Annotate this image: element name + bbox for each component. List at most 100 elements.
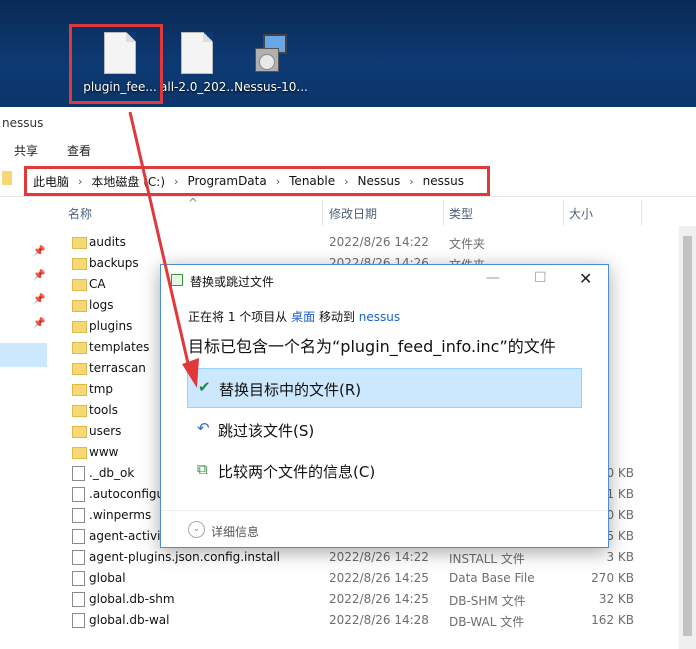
- explorer-title-bar: nessus: [0, 107, 696, 137]
- column-date[interactable]: 修改日期: [329, 205, 377, 222]
- file-name: users: [89, 424, 122, 438]
- file-size: 5 KB: [606, 529, 634, 543]
- scrollbar-thumb[interactable]: [683, 236, 692, 636]
- file-size: 162 KB: [591, 613, 634, 627]
- chevron-down-icon[interactable]: ⌄: [188, 521, 205, 538]
- nav-selected-item[interactable]: [0, 343, 47, 367]
- folder-icon: [72, 384, 87, 396]
- pin-icon: 📌: [33, 318, 46, 329]
- folder-icon: [72, 342, 87, 354]
- chevron-right-icon[interactable]: ›: [174, 175, 178, 188]
- folder-icon: [72, 426, 87, 438]
- chevron-right-icon[interactable]: ›: [344, 175, 348, 188]
- skip-option[interactable]: ↶ 跳过该文件(S): [187, 410, 582, 450]
- annotation-box-desktop-file: [69, 24, 163, 104]
- replace-option-label: 替换目标中的文件(R): [219, 381, 362, 399]
- breadcrumb-programdata[interactable]: ProgramData: [187, 174, 266, 188]
- column-size[interactable]: 大小: [569, 205, 593, 222]
- dialog-title: 替换或跳过文件: [190, 275, 275, 289]
- file-size: 3 KB: [606, 550, 634, 564]
- navigation-pane: 📌 📌 📌 📌: [0, 226, 47, 649]
- skip-option-label: 跳过该文件(S): [218, 422, 315, 440]
- file-icon: [72, 550, 85, 565]
- skip-icon: ↶: [197, 419, 210, 437]
- file-name: tmp: [89, 382, 114, 396]
- source-link[interactable]: 桌面: [291, 310, 315, 324]
- file-row[interactable]: audits 2022/8/26 14:22 文件夹: [66, 232, 696, 253]
- file-name: CA: [89, 277, 106, 291]
- folder-icon: [2, 171, 12, 185]
- folder-icon: [72, 237, 87, 249]
- replace-option[interactable]: ✔ 替换目标中的文件(R): [187, 368, 582, 408]
- progress-middle: 移动到: [318, 310, 355, 324]
- file-icon: [72, 487, 85, 502]
- file-type: Data Base File: [449, 571, 535, 585]
- pin-icon: 📌: [33, 270, 46, 281]
- file-name: audits: [89, 235, 126, 249]
- chevron-right-icon[interactable]: ›: [409, 175, 413, 188]
- chevron-right-icon[interactable]: ›: [276, 175, 280, 188]
- close-icon[interactable]: ✕: [579, 269, 592, 288]
- folder-icon: [72, 321, 87, 333]
- file-size: 32 KB: [598, 592, 634, 606]
- folder-icon: [72, 279, 87, 291]
- breadcrumb-local-disk[interactable]: 本地磁盘 (C:): [91, 173, 165, 190]
- breadcrumb-this-pc[interactable]: 此电脑: [33, 173, 69, 190]
- file-name: tools: [89, 403, 118, 417]
- dialog-title-bar: 替换或跳过文件 — ☐ ✕: [161, 265, 608, 295]
- compare-option[interactable]: ⧉ 比较两个文件的信息(C): [187, 451, 582, 491]
- folder-icon: [72, 363, 87, 375]
- file-icon: [72, 466, 85, 481]
- minimize-icon[interactable]: —: [486, 270, 500, 286]
- file-name: agent-plugins.json.config.install: [89, 550, 280, 564]
- breadcrumb-nessus[interactable]: Nessus: [358, 174, 401, 188]
- file-type: DB-WAL 文件: [449, 615, 525, 629]
- column-name[interactable]: 名称: [68, 205, 92, 222]
- file-name: templates: [89, 340, 150, 354]
- column-type[interactable]: 类型: [449, 205, 473, 222]
- file-row[interactable]: global 2022/8/26 14:25 Data Base File 270 K…: [66, 568, 696, 589]
- breadcrumb[interactable]: 此电脑 › 本地磁盘 (C:) › ProgramData › Tenable …: [24, 166, 490, 196]
- file-icon: [72, 571, 85, 586]
- file-name: ._db_ok: [89, 466, 135, 480]
- folder-icon: [72, 258, 87, 270]
- file-date: 2022/8/26 14:25: [329, 592, 429, 606]
- file-name: www: [89, 445, 119, 459]
- file-size: 0 KB: [606, 466, 634, 480]
- file-name: backups: [89, 256, 139, 270]
- file-type: INSTALL 文件: [449, 552, 525, 566]
- file-date: 2022/8/26 14:22: [329, 550, 429, 564]
- file-name: plugins: [89, 319, 133, 333]
- tab-view[interactable]: 查看: [67, 142, 91, 159]
- details-toggle[interactable]: 详细信息: [211, 523, 259, 540]
- sort-up-icon: ^: [188, 196, 199, 210]
- file-icon: [72, 529, 85, 544]
- breadcrumb-nessus-current[interactable]: nessus: [423, 174, 464, 188]
- breadcrumb-tenable[interactable]: Tenable: [289, 174, 335, 188]
- dialog-footer: ⌄ 详细信息: [161, 510, 608, 548]
- file-row[interactable]: global.db-shm 2022/8/26 14:25 DB-SHM 文件 32 …: [66, 589, 696, 610]
- vertical-scrollbar[interactable]: [679, 226, 696, 649]
- file-row[interactable]: agent-plugins.json.config.install 2022/8/…: [66, 547, 696, 568]
- dialog-heading: 目标已包含一个名为“plugin_feed_info.inc”的文件: [188, 337, 556, 356]
- pin-icon: 📌: [33, 246, 46, 257]
- file-size: 270 KB: [591, 571, 634, 585]
- ribbon-tabs: 共享 查看: [0, 137, 696, 163]
- file-name: global: [89, 571, 126, 585]
- maximize-icon[interactable]: ☐: [534, 270, 547, 286]
- file-date: 2022/8/26 14:25: [329, 571, 429, 585]
- compare-icon: ⧉: [197, 460, 208, 478]
- column-headers: 名称 ^ 修改日期 类型 大小: [0, 196, 696, 226]
- destination-link[interactable]: nessus: [359, 310, 400, 324]
- file-name: global.db-shm: [89, 592, 175, 606]
- move-files-icon: [171, 274, 183, 286]
- file-name: global.db-wal: [89, 613, 170, 627]
- chevron-right-icon[interactable]: ›: [78, 175, 82, 188]
- file-icon: [72, 613, 85, 628]
- file-row[interactable]: global.db-wal 2022/8/26 14:28 DB-WAL 文件 162…: [66, 610, 696, 631]
- file-type: DB-SHM 文件: [449, 594, 526, 608]
- tab-share[interactable]: 共享: [14, 142, 38, 159]
- folder-icon: [72, 447, 87, 459]
- replace-or-skip-dialog: 替换或跳过文件 — ☐ ✕ 正在将 1 个项目从 桌面 移动到 nessus 目…: [160, 264, 609, 548]
- desktop-icon-nessus-installer[interactable]: Nessus-10...: [226, 32, 316, 94]
